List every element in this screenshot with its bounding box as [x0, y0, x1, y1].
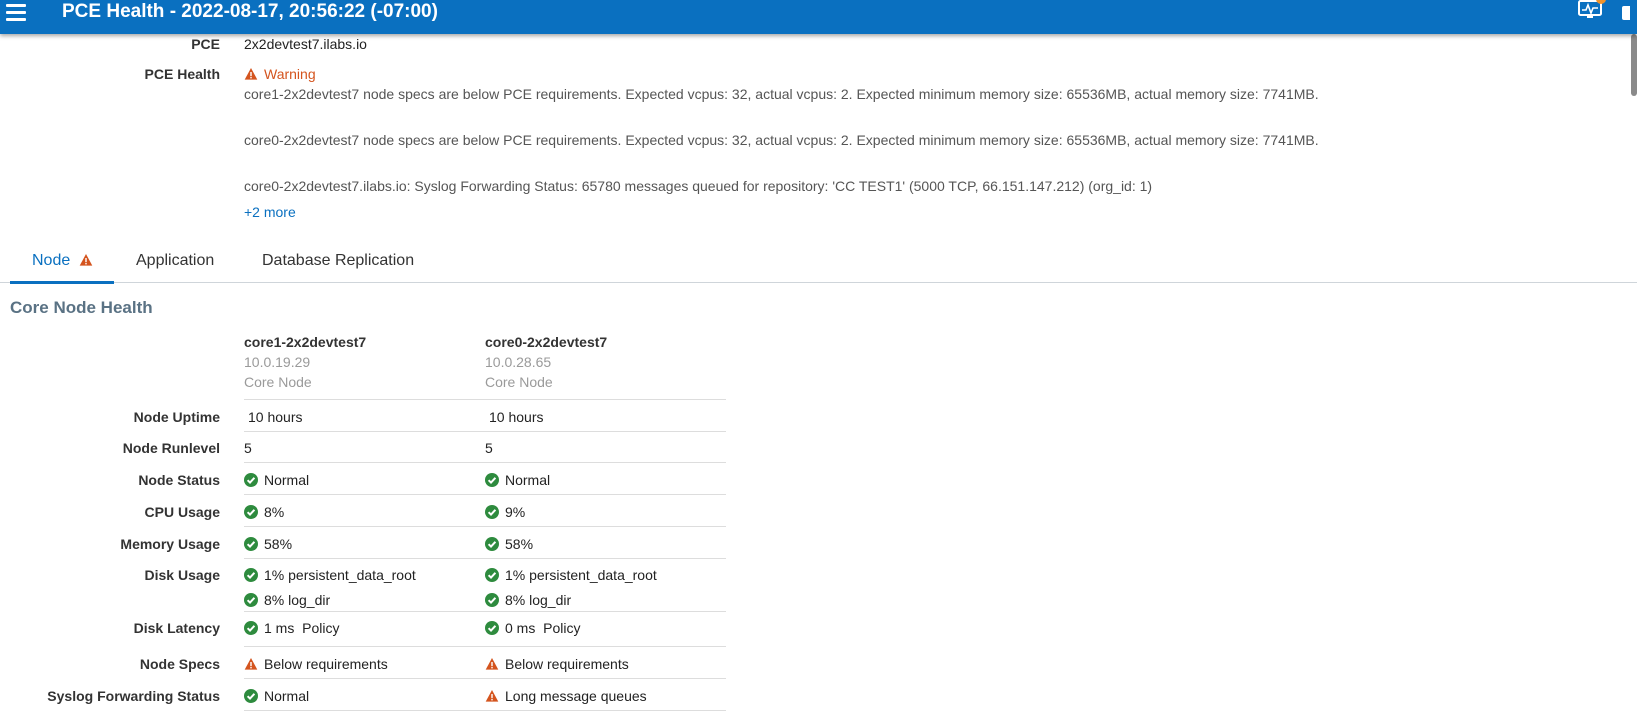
tab-application[interactable]: Application: [136, 243, 214, 281]
disk-value: 1% persistent_data_root: [485, 567, 657, 583]
status-value: Normal: [244, 472, 309, 488]
check-circle-icon: [485, 593, 499, 607]
tab-bar: Node Application Database Replication: [0, 243, 1637, 284]
divider: [244, 611, 726, 612]
check-circle-icon: [244, 537, 258, 551]
health-message-3: core0-2x2devtest7.ilabs.io: Syslog Forwa…: [244, 178, 1153, 194]
warning-text: Warning: [264, 66, 316, 82]
row-label-memory: Memory Usage: [120, 536, 220, 552]
memory-value: 58%: [244, 536, 292, 552]
latency-value: 0 ms Policy: [485, 620, 580, 636]
divider: [244, 494, 726, 495]
divider: [244, 431, 726, 432]
top-bar: PCE Health - 2022-08-17, 20:56:22 (-07:0…: [0, 0, 1637, 34]
row-label-uptime: Node Uptime: [133, 409, 220, 425]
warning-icon: [244, 658, 258, 670]
divider: [244, 399, 726, 400]
check-circle-icon: [244, 568, 258, 582]
pce-health-label: PCE Health: [144, 66, 220, 82]
check-circle-icon: [485, 537, 499, 551]
latency-value: 1 ms Policy: [244, 620, 339, 636]
cpu-value: 8%: [244, 504, 284, 520]
warning-icon: [485, 658, 499, 670]
divider: [244, 710, 726, 711]
tab-node[interactable]: Node: [10, 243, 114, 284]
row-label-status: Node Status: [138, 472, 220, 488]
warning-icon: [244, 68, 258, 80]
memory-value: 58%: [485, 536, 533, 552]
disk-value: 1% persistent_data_root: [244, 567, 416, 583]
disk-value-log: 8% log_dir: [485, 592, 571, 608]
node-name: core1-2x2devtest7: [244, 334, 367, 350]
scrollbar[interactable]: [1631, 34, 1637, 96]
more-link[interactable]: +2 more: [244, 204, 296, 220]
check-circle-icon: [244, 473, 258, 487]
health-message-1: core1-2x2devtest7 node specs are below P…: [244, 86, 1319, 102]
runlevel-value: 5: [485, 440, 493, 456]
check-circle-icon: [485, 621, 499, 635]
section-title: Core Node Health: [10, 298, 153, 317]
health-monitor-icon[interactable]: [1578, 0, 1606, 22]
disk-value-log: 8% log_dir: [244, 592, 330, 608]
node-ip: 10.0.28.65: [485, 354, 552, 370]
node-type: Core Node: [485, 374, 553, 390]
warning-icon: [79, 254, 93, 266]
uptime-value: 10 hours: [489, 409, 544, 425]
user-menu-icon[interactable]: [1622, 6, 1630, 20]
syslog-value: Long message queues: [485, 688, 647, 704]
pce-health-status: Warning: [244, 66, 316, 82]
row-label-latency: Disk Latency: [133, 620, 220, 636]
tab-database-replication[interactable]: Database Replication: [262, 243, 414, 281]
row-label-syslog: Syslog Forwarding Status: [47, 688, 220, 704]
node-column-header: core1-2x2devtest7 10.0.19.29 Core Node: [244, 332, 366, 392]
row-label-disk: Disk Usage: [144, 567, 220, 583]
row-label-runlevel: Node Runlevel: [122, 440, 220, 456]
runlevel-value: 5: [244, 440, 252, 456]
row-label-cpu: CPU Usage: [144, 504, 220, 520]
divider: [244, 558, 726, 559]
check-circle-icon: [244, 593, 258, 607]
warning-icon: [485, 690, 499, 702]
tab-label: Node: [32, 252, 71, 269]
row-label-specs: Node Specs: [139, 656, 220, 672]
check-circle-icon: [244, 689, 258, 703]
node-ip: 10.0.19.29: [244, 354, 311, 370]
health-message-2: core0-2x2devtest7 node specs are below P…: [244, 132, 1319, 148]
cpu-value: 9%: [485, 504, 525, 520]
check-circle-icon: [244, 505, 258, 519]
page-title: PCE Health - 2022-08-17, 20:56:22 (-07:0…: [62, 1, 438, 22]
node-column-header: core0-2x2devtest7 10.0.28.65 Core Node: [485, 332, 607, 392]
uptime-value: 10 hours: [248, 409, 303, 425]
node-type: Core Node: [244, 374, 312, 390]
pce-label: PCE: [191, 36, 220, 52]
specs-value: Below requirements: [485, 656, 629, 672]
check-circle-icon: [485, 505, 499, 519]
check-circle-icon: [485, 568, 499, 582]
syslog-value: Normal: [244, 688, 309, 704]
check-circle-icon: [485, 473, 499, 487]
divider: [244, 646, 726, 647]
divider: [244, 462, 726, 463]
divider: [244, 678, 726, 679]
status-value: Normal: [485, 472, 550, 488]
pce-value: 2x2devtest7.ilabs.io: [244, 36, 367, 52]
hamburger-menu-icon[interactable]: [6, 4, 26, 21]
divider: [244, 526, 726, 527]
node-name: core0-2x2devtest7: [485, 334, 608, 350]
specs-value: Below requirements: [244, 656, 388, 672]
check-circle-icon: [244, 621, 258, 635]
